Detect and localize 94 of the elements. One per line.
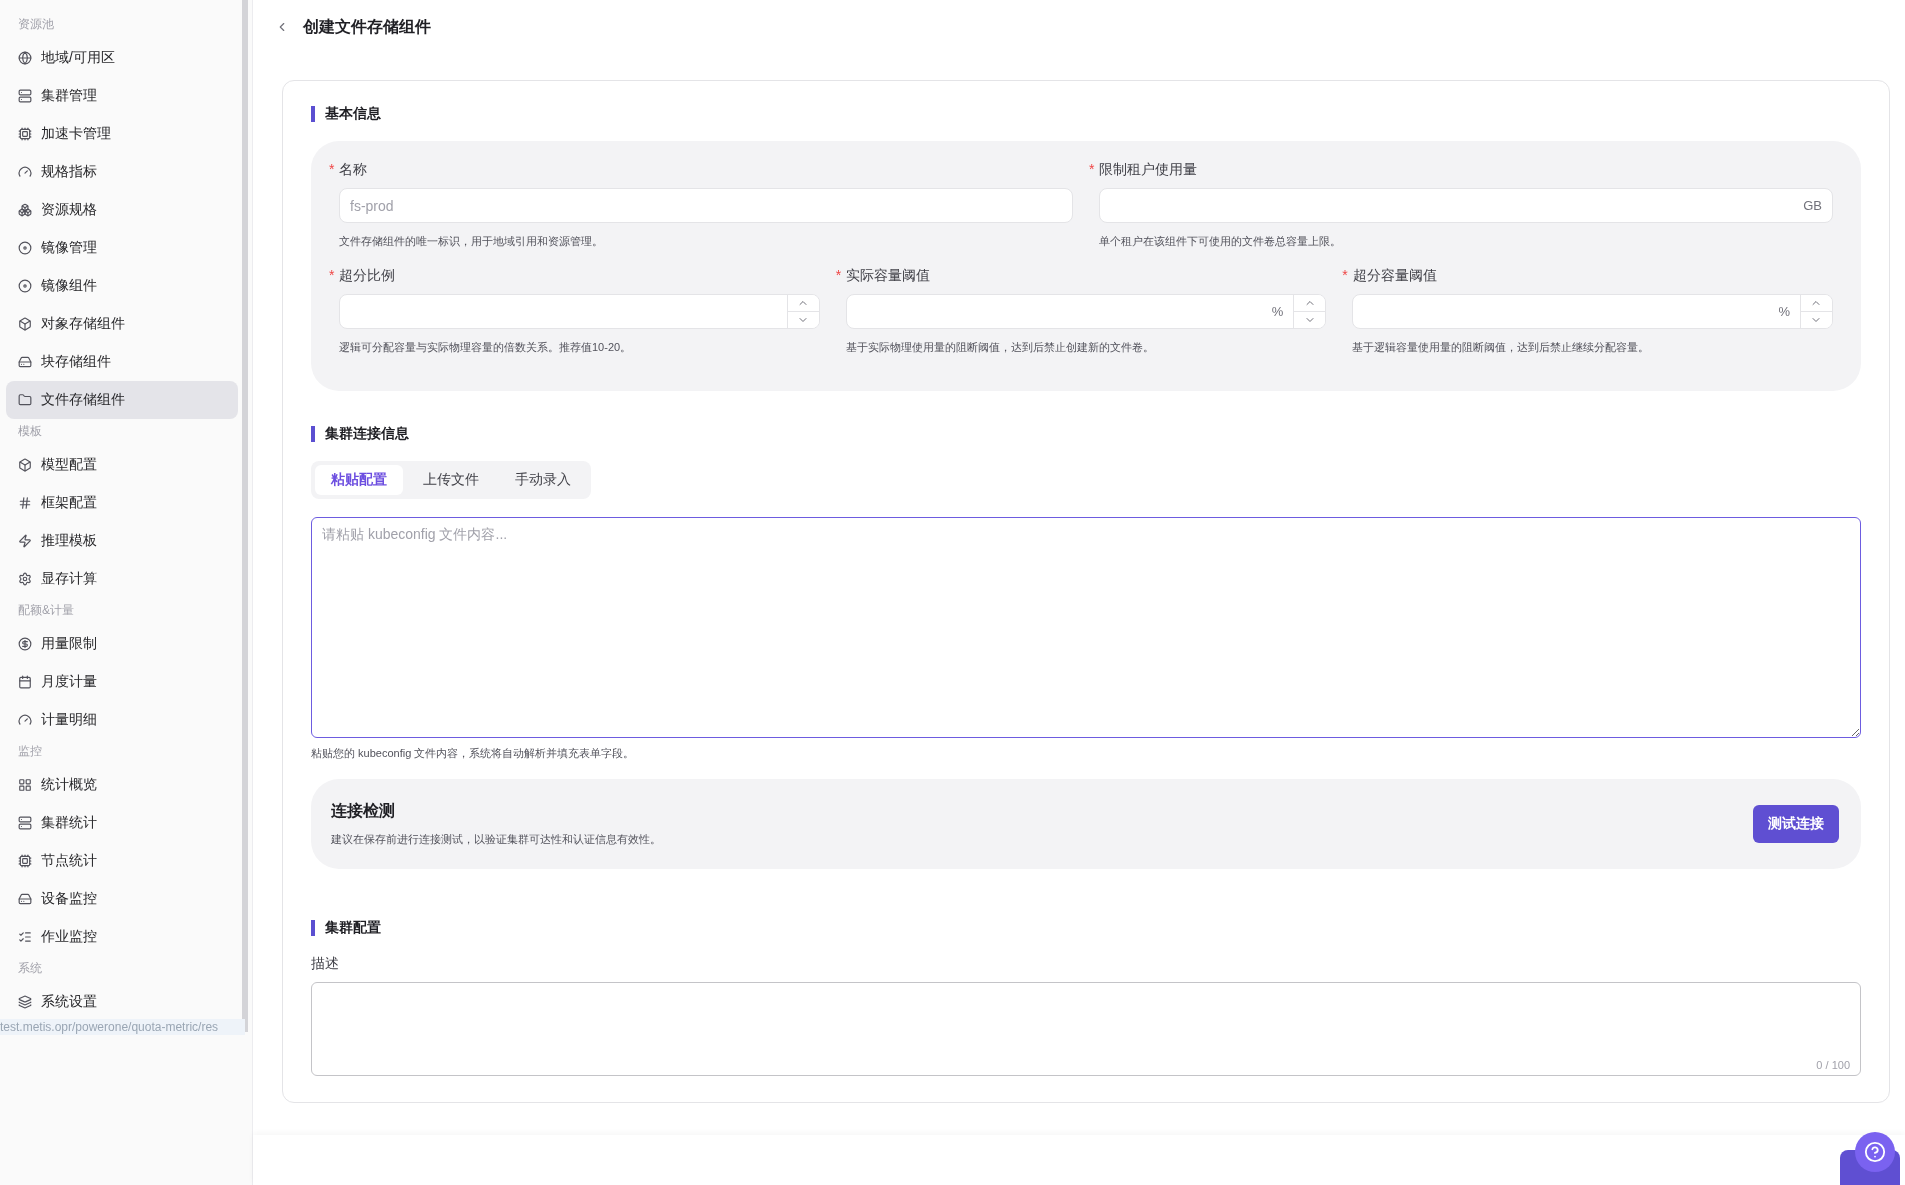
drive-icon: [18, 892, 32, 906]
input-field[interactable]: fs-prod: [339, 188, 1073, 223]
sidebar-item[interactable]: 作业监控: [6, 918, 238, 956]
unit-label: GB: [1802, 198, 1823, 213]
field-hint: 单个租户在该组件下可使用的文件卷总容量上限。: [1099, 234, 1342, 249]
checklist-icon: [18, 930, 32, 944]
field-label: 实际容量阈值: [846, 267, 931, 285]
sidebar-item[interactable]: 镜像管理: [6, 229, 238, 267]
field-label: 描述: [311, 955, 340, 973]
sidebar-item[interactable]: 镜像组件: [6, 267, 238, 305]
decrement-button[interactable]: [787, 311, 819, 328]
gauge-icon: [18, 165, 32, 179]
sidebar-item[interactable]: 对象存储组件: [6, 305, 238, 343]
required-mark: *: [835, 267, 842, 285]
field-hint: 基于实际物理使用量的阻断阈值，达到后禁止创建新的文件卷。: [845, 340, 1155, 355]
field-hint: 逻辑可分配容量与实际物理容量的倍数关系。推荐值10-20。: [339, 340, 633, 355]
field-label: 超分比例: [339, 267, 396, 285]
status-url: test.metis.opr/powerone/quota-metric/res: [0, 1019, 245, 1035]
sidebar-group-title: 监控: [17, 743, 43, 760]
sidebar-item[interactable]: 统计概览: [6, 766, 238, 804]
sidebar-group-title: 模板: [17, 423, 43, 440]
sidebar-item[interactable]: 系统设置: [6, 983, 238, 1021]
disc-icon: [18, 241, 32, 255]
field-hint: 粘贴您的 kubeconfig 文件内容，系统将自动解析并填充表单字段。: [311, 746, 636, 761]
dollar-icon: [18, 637, 32, 651]
sidebar-item[interactable]: 规格指标: [6, 153, 238, 191]
test-connection-button[interactable]: 测试连接: [1753, 805, 1839, 843]
char-counter: 0 / 100: [1816, 1059, 1850, 1071]
unit-label: %: [1777, 304, 1791, 319]
required-mark: *: [1342, 267, 1348, 285]
input-field[interactable]: %: [845, 294, 1327, 329]
tab[interactable]: 上传文件: [407, 465, 495, 495]
layers-icon: [18, 995, 32, 1009]
sidebar-item[interactable]: 设备监控: [6, 880, 238, 918]
sidebar-group-title: 资源池: [17, 16, 55, 33]
help-icon: [1864, 1141, 1886, 1163]
sidebar-item[interactable]: 框架配置: [6, 484, 238, 522]
grid-icon: [18, 778, 32, 792]
sidebar-item[interactable]: 集群管理: [6, 77, 238, 115]
gear-icon: [18, 572, 32, 586]
sidebar-item[interactable]: 用量限制: [6, 625, 238, 663]
sidebar-item[interactable]: 集群统计: [6, 804, 238, 842]
sidebar-item[interactable]: 节点统计: [6, 842, 238, 880]
cube-icon: [18, 458, 32, 472]
sidebar-group-title: 配额&计量: [17, 602, 75, 619]
input-field[interactable]: [339, 294, 820, 329]
server-icon: [18, 89, 32, 103]
field-label: 超分容量阈值: [1352, 267, 1437, 285]
input-field[interactable]: GB: [1099, 188, 1833, 223]
chip-icon: [18, 127, 32, 141]
boxes-icon: [18, 203, 32, 217]
field-hint: 基于逻辑容量使用量的阻断阈值，达到后禁止继续分配容量。: [1352, 340, 1651, 355]
required-mark: *: [329, 267, 335, 285]
required-mark: *: [1089, 161, 1095, 179]
calendar-icon: [18, 675, 32, 689]
globe-icon: [18, 51, 32, 65]
section-title: 基本信息: [325, 105, 381, 123]
decrement-button[interactable]: [1294, 311, 1326, 328]
drive-icon: [18, 355, 32, 369]
check-title: 连接检测: [331, 801, 396, 821]
sidebar-item[interactable]: 加速卡管理: [6, 115, 238, 153]
page-title: 创建文件存储组件: [303, 16, 431, 37]
required-mark: *: [329, 161, 335, 179]
field-hint: 文件存储组件的唯一标识，用于地域引用和资源管理。: [339, 234, 604, 249]
sidebar-item[interactable]: 月度计量: [6, 663, 238, 701]
folder-icon: [18, 393, 32, 407]
field-label: 限制租户使用量: [1099, 161, 1198, 179]
check-description: 建议在保存前进行连接测试，以验证集群可达性和认证信息有效性。: [331, 832, 661, 847]
tab[interactable]: 粘贴配置: [315, 465, 403, 495]
section-title: 集群配置: [325, 919, 381, 937]
lightning-icon: [18, 534, 32, 548]
server-icon: [18, 816, 32, 830]
sidebar-item[interactable]: 块存储组件: [6, 343, 238, 381]
sidebar-item[interactable]: 推理模板: [6, 522, 238, 560]
unit-label: %: [1270, 304, 1285, 319]
section-title: 集群连接信息: [325, 425, 409, 443]
sidebar-item[interactable]: 模型配置: [6, 446, 238, 484]
sidebar-item[interactable]: 显存计算: [6, 560, 238, 598]
disc-icon: [18, 279, 32, 293]
input-field[interactable]: %: [1352, 294, 1833, 329]
field-label: 名称: [339, 161, 368, 179]
sidebar-item[interactable]: 文件存储组件: [6, 381, 238, 419]
hash-icon: [18, 496, 32, 510]
scrollbar[interactable]: [242, 0, 248, 1032]
sidebar-item[interactable]: 计量明细: [6, 701, 238, 739]
cube-icon: [18, 317, 32, 331]
tab[interactable]: 手动录入: [499, 465, 587, 495]
sidebar-item[interactable]: 地域/可用区: [6, 39, 238, 77]
gauge-icon: [18, 713, 32, 727]
sidebar-group-title: 系统: [17, 960, 43, 977]
chip-icon: [18, 854, 32, 868]
kubeconfig-field[interactable]: 请粘贴 kubeconfig 文件内容...: [311, 517, 1861, 738]
decrement-button[interactable]: [1801, 311, 1832, 328]
sidebar-item[interactable]: 资源规格: [6, 191, 238, 229]
